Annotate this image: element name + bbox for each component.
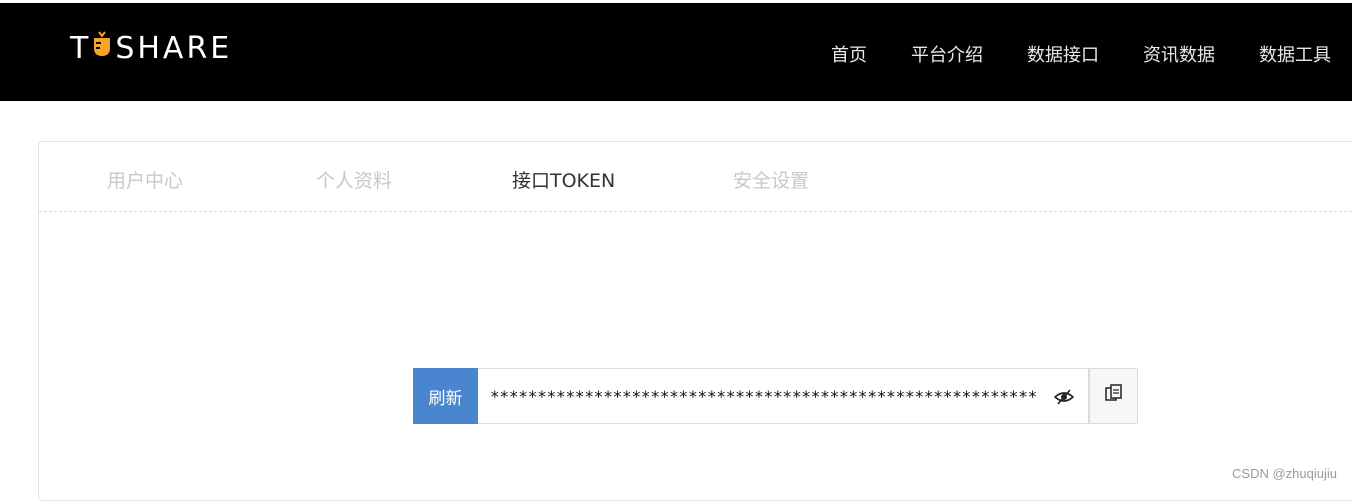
tushare-logo[interactable]: T SHARE <box>70 28 233 68</box>
token-field[interactable]: ****************************************… <box>478 368 1089 424</box>
logo-suffix: SHARE <box>115 30 233 66</box>
user-panel: 用户中心 个人资料 接口TOKEN 安全设置 <box>38 141 1352 501</box>
logo-prefix: T <box>70 30 92 66</box>
refresh-token-button[interactable]: 刷新 <box>413 368 478 424</box>
nav-platform-intro[interactable]: 平台介绍 <box>911 41 983 67</box>
main-nav: 首页 平台介绍 数据接口 资讯数据 数据工具 <box>787 41 1331 67</box>
carrot-icon <box>92 28 112 68</box>
copy-icon <box>1104 384 1124 408</box>
tab-security-settings[interactable]: 安全设置 <box>733 166 809 193</box>
token-row: 刷新 *************************************… <box>413 368 1138 424</box>
tab-api-token[interactable]: 接口TOKEN <box>512 166 615 193</box>
top-navbar: T SHARE 首页 平台介绍 数据接口 资讯数据 数据工具 <box>0 3 1352 101</box>
nav-data-api[interactable]: 数据接口 <box>1027 41 1099 67</box>
eye-slash-icon[interactable] <box>1053 387 1075 407</box>
nav-home[interactable]: 首页 <box>831 41 867 67</box>
watermark: CSDN @zhuqiujiu <box>1232 466 1337 481</box>
nav-news-data[interactable]: 资讯数据 <box>1143 41 1215 67</box>
copy-token-button[interactable] <box>1089 368 1138 424</box>
nav-data-tools[interactable]: 数据工具 <box>1259 41 1331 67</box>
tab-user-center[interactable]: 用户中心 <box>107 166 183 193</box>
token-value: ****************************************… <box>490 386 1038 406</box>
tab-profile[interactable]: 个人资料 <box>316 166 392 193</box>
tab-bar: 用户中心 个人资料 接口TOKEN 安全设置 <box>39 142 1352 212</box>
